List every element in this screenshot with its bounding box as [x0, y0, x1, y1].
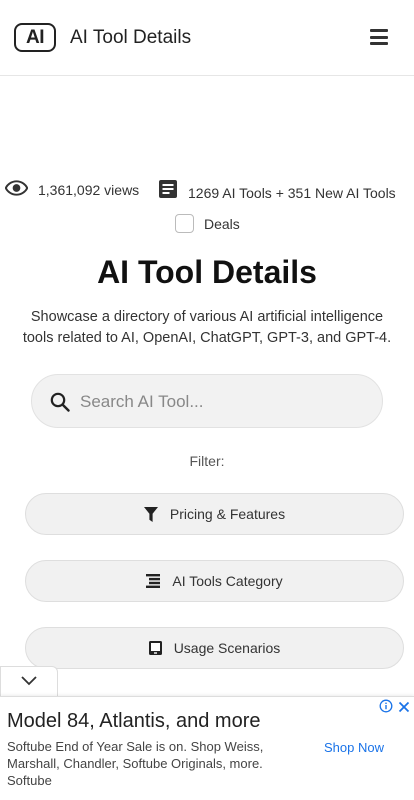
- ad-shop-now-link[interactable]: Shop Now: [324, 740, 384, 755]
- document-icon: [159, 180, 177, 201]
- ad-body[interactable]: Softube End of Year Sale is on. Shop Wei…: [7, 738, 302, 789]
- usage-scenarios-label: Usage Scenarios: [173, 640, 281, 656]
- site-logo[interactable]: AI: [14, 23, 56, 52]
- search-input[interactable]: [80, 383, 370, 421]
- ad-collapse-button[interactable]: [0, 666, 58, 696]
- search-bar[interactable]: [31, 374, 383, 428]
- ai-tools-category-label: AI Tools Category: [172, 573, 283, 589]
- ai-tools-category-button[interactable]: AI Tools Category: [25, 560, 404, 602]
- site-title[interactable]: AI Tool Details: [70, 27, 191, 49]
- page-title: AI Tool Details: [97, 254, 317, 290]
- page-description: Showcase a directory of various AI artif…: [22, 309, 392, 346]
- tools-count: 1269 AI Tools + 351 New AI Tools: [188, 184, 396, 201]
- ad-banner[interactable]: Model 84, Atlantis, and more Softube End…: [0, 696, 414, 800]
- eye-icon: [4, 180, 29, 199]
- logo-text: AI: [26, 26, 45, 48]
- ad-title[interactable]: Model 84, Atlantis, and more: [7, 710, 260, 733]
- pricing-features-label: Pricing & Features: [169, 506, 286, 522]
- ad-info-icon[interactable]: [379, 699, 393, 718]
- views-stat: 1,361,092 views: [4, 180, 140, 199]
- hamburger-menu-icon[interactable]: [370, 29, 388, 45]
- search-icon[interactable]: [50, 392, 70, 417]
- deals-checkbox[interactable]: [175, 214, 194, 233]
- ad-close-icon[interactable]: [398, 700, 410, 718]
- tablet-device-icon: [148, 641, 162, 655]
- chevron-down-icon[interactable]: [21, 673, 37, 691]
- category-list-icon: [146, 574, 161, 588]
- ad-controls: [379, 699, 410, 718]
- views-count: 1,361,092 views: [38, 181, 140, 198]
- stats-bar: 1,361,092 views 1269 AI Tools + 351 New …: [0, 178, 414, 202]
- tools-stat: 1269 AI Tools + 351 New AI Tools: [159, 180, 396, 201]
- usage-scenarios-button[interactable]: Usage Scenarios: [25, 627, 404, 669]
- filter-funnel-icon: [143, 506, 158, 522]
- site-header: AI AI Tool Details: [0, 0, 414, 76]
- filter-label: Filter:: [189, 453, 225, 469]
- pricing-features-button[interactable]: Pricing & Features: [25, 493, 404, 535]
- deals-label: Deals: [204, 215, 240, 232]
- deals-filter[interactable]: Deals: [175, 214, 240, 233]
